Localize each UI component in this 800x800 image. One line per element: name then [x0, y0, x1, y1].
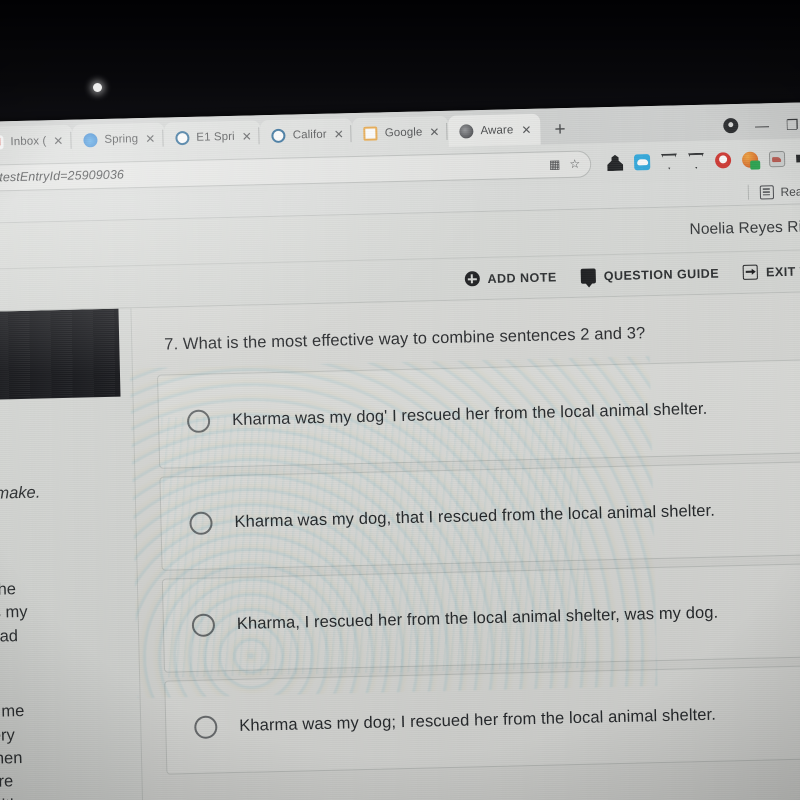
radio-button-c[interactable]	[191, 612, 216, 637]
close-icon[interactable]: ✕	[145, 131, 155, 145]
radio-button-b[interactable]	[189, 510, 213, 535]
orange-ball-icon[interactable]	[741, 151, 759, 168]
radio-button-d[interactable]	[194, 714, 218, 739]
passage-image-block	[0, 308, 121, 401]
answer-option-b-text: Kharma was my dog, that I rescued from t…	[234, 501, 716, 531]
gmail-icon	[0, 134, 4, 150]
new-tab-button[interactable]: +	[540, 119, 578, 145]
test-application: Noelia Reyes Rivera ADD NOTE QUESTION GU…	[0, 203, 800, 800]
passage-pane[interactable]: Text uld make. as the was my rs had out …	[0, 308, 147, 800]
address-bar-url[interactable]: esting?testEntryId=25909036	[0, 158, 540, 185]
answer-option-c[interactable]: Kharma, I rescued her from the local ani…	[161, 562, 800, 673]
profile-avatar-icon[interactable]	[722, 118, 739, 134]
camera-led-indicator	[93, 83, 102, 92]
shield-outline-icon[interactable]	[688, 153, 704, 169]
exit-test-label: EXIT TEST	[765, 263, 800, 279]
browser-tab-california[interactable]: Califor ✕	[260, 118, 354, 152]
blue-circle-icon	[175, 130, 190, 145]
add-note-button[interactable]: ADD NOTE	[464, 269, 557, 287]
blue-cloud-icon	[83, 132, 98, 147]
reading-list-icon[interactable]	[759, 184, 774, 200]
screenshot-root: Inbox ( ✕ Spring ✕ E1 Spri ✕ Califor ✕ G	[0, 0, 800, 800]
answer-option-d-text: Kharma was my dog; I rescued her from th…	[239, 705, 717, 735]
puzzle-piece-icon[interactable]	[796, 150, 800, 166]
content-area: Text uld make. as the was my rs had out …	[0, 291, 800, 800]
person-icon[interactable]	[607, 155, 623, 171]
student-name: Noelia Reyes Rivera	[689, 217, 800, 238]
close-icon[interactable]: ✕	[242, 129, 252, 143]
close-icon[interactable]: ✕	[334, 127, 344, 141]
cloud-upload-icon[interactable]	[633, 154, 651, 171]
orange-square-icon	[363, 125, 378, 141]
question-guide-icon	[580, 268, 596, 284]
question-guide-label: QUESTION GUIDE	[603, 265, 720, 283]
add-note-label: ADD NOTE	[487, 269, 557, 286]
browser-tab-google[interactable]: Google ✕	[352, 115, 449, 150]
dark-globe-icon	[459, 123, 474, 139]
tab-title: E1 Spri	[196, 130, 235, 144]
reading-list-label[interactable]: Reading li	[780, 183, 800, 198]
answer-option-a-text: Kharma was my dog' I rescued her from th…	[231, 399, 708, 429]
star-icon[interactable]: ☆	[569, 157, 580, 171]
window-controls: — ❐ ✕	[722, 116, 800, 141]
split-view-icon[interactable]: ▦	[549, 157, 561, 171]
browser-tab-inbox[interactable]: Inbox ( ✕	[0, 124, 73, 158]
plus-circle-icon	[464, 271, 480, 287]
browser-tab-aware[interactable]: Aware ✕	[448, 113, 541, 147]
minimize-button[interactable]: —	[755, 117, 769, 133]
question-pane: 7. What is the most effective way to com…	[130, 291, 800, 800]
exit-arrow-icon	[742, 264, 759, 280]
answer-option-d[interactable]: Kharma was my dog; I rescued her from th…	[164, 664, 800, 775]
browser-tab-spring[interactable]: Spring ✕	[72, 122, 165, 156]
gray-card-icon[interactable]	[768, 150, 786, 168]
close-icon[interactable]: ✕	[429, 125, 439, 139]
shield-outline-icon[interactable]	[661, 153, 677, 169]
tab-title: Spring	[104, 132, 139, 146]
computer-screen: Inbox ( ✕ Spring ✕ E1 Spri ✕ Califor ✕ G	[0, 101, 800, 800]
tab-title: Google	[384, 125, 423, 139]
tab-title: Aware	[480, 123, 514, 137]
extensions-tray	[597, 150, 800, 171]
tab-title: Inbox (	[10, 134, 47, 148]
answer-option-a[interactable]: Kharma was my dog' I rescued her from th…	[157, 358, 800, 469]
close-icon[interactable]: ✕	[521, 122, 531, 136]
divider	[747, 184, 749, 200]
close-icon[interactable]: ✕	[53, 133, 63, 147]
browser-tab-e1spring[interactable]: E1 Spri ✕	[163, 120, 262, 154]
answer-options-list: Kharma was my dog' I rescued her from th…	[157, 358, 800, 775]
blue-circle-icon	[271, 128, 286, 143]
question-prompt: 7. What is the most effective way to com…	[164, 324, 646, 354]
question-guide-button[interactable]: QUESTION GUIDE	[580, 265, 720, 284]
radio-button-a[interactable]	[186, 409, 211, 433]
exit-test-button[interactable]: EXIT TEST	[742, 263, 800, 280]
answer-option-b[interactable]: Kharma was my dog, that I rescued from t…	[159, 460, 800, 571]
red-circle-icon[interactable]	[714, 152, 732, 169]
tab-title: Califor	[292, 128, 327, 141]
maximize-button[interactable]: ❐	[786, 116, 799, 132]
answer-option-c-text: Kharma, I rescued her from the local ani…	[236, 603, 719, 633]
